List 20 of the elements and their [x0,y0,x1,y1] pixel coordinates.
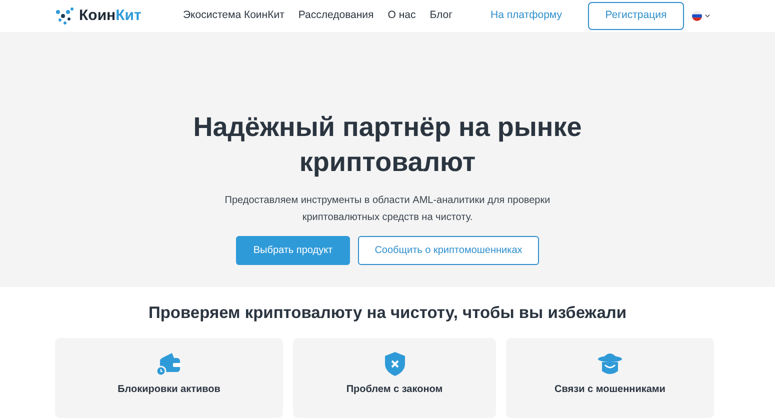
hero-subtitle: Предоставляем инструменты в области AML-аналитики для проверки криптовалютных средств на чистоту. [224,194,552,225]
hero-title: Надёжный партнёр на рынке криптовалют [192,111,583,179]
section-title: Проверяем криптовалюту на чистоту, чтобы вы избежали [148,303,626,324]
nav-link[interactable]: Экосистема КоинКит [183,8,284,24]
chevron-down-icon[interactable] [705,14,710,18]
register-button[interactable]: Регистрация [588,2,684,30]
nav-link[interactable]: Блог [430,8,452,24]
shield-x-icon [384,352,404,376]
logo-icon [55,7,75,25]
card-label: Блокировки активов [118,382,220,397]
flag-icon[interactable] [692,11,702,21]
nav-link[interactable]: О нас [388,8,416,24]
report-fraud-button[interactable]: Сообщить о криптомошенниках [358,236,539,265]
card-label: Проблем с законом [346,382,443,397]
nav-link[interactable]: Расследования [298,8,374,24]
logo-text[interactable]: Коин [79,6,116,24]
spy-icon [597,352,623,376]
wallet-icon [156,352,182,376]
card-label: Связи с мошенниками [554,382,666,397]
platform-link[interactable]: На платформу [490,8,562,24]
